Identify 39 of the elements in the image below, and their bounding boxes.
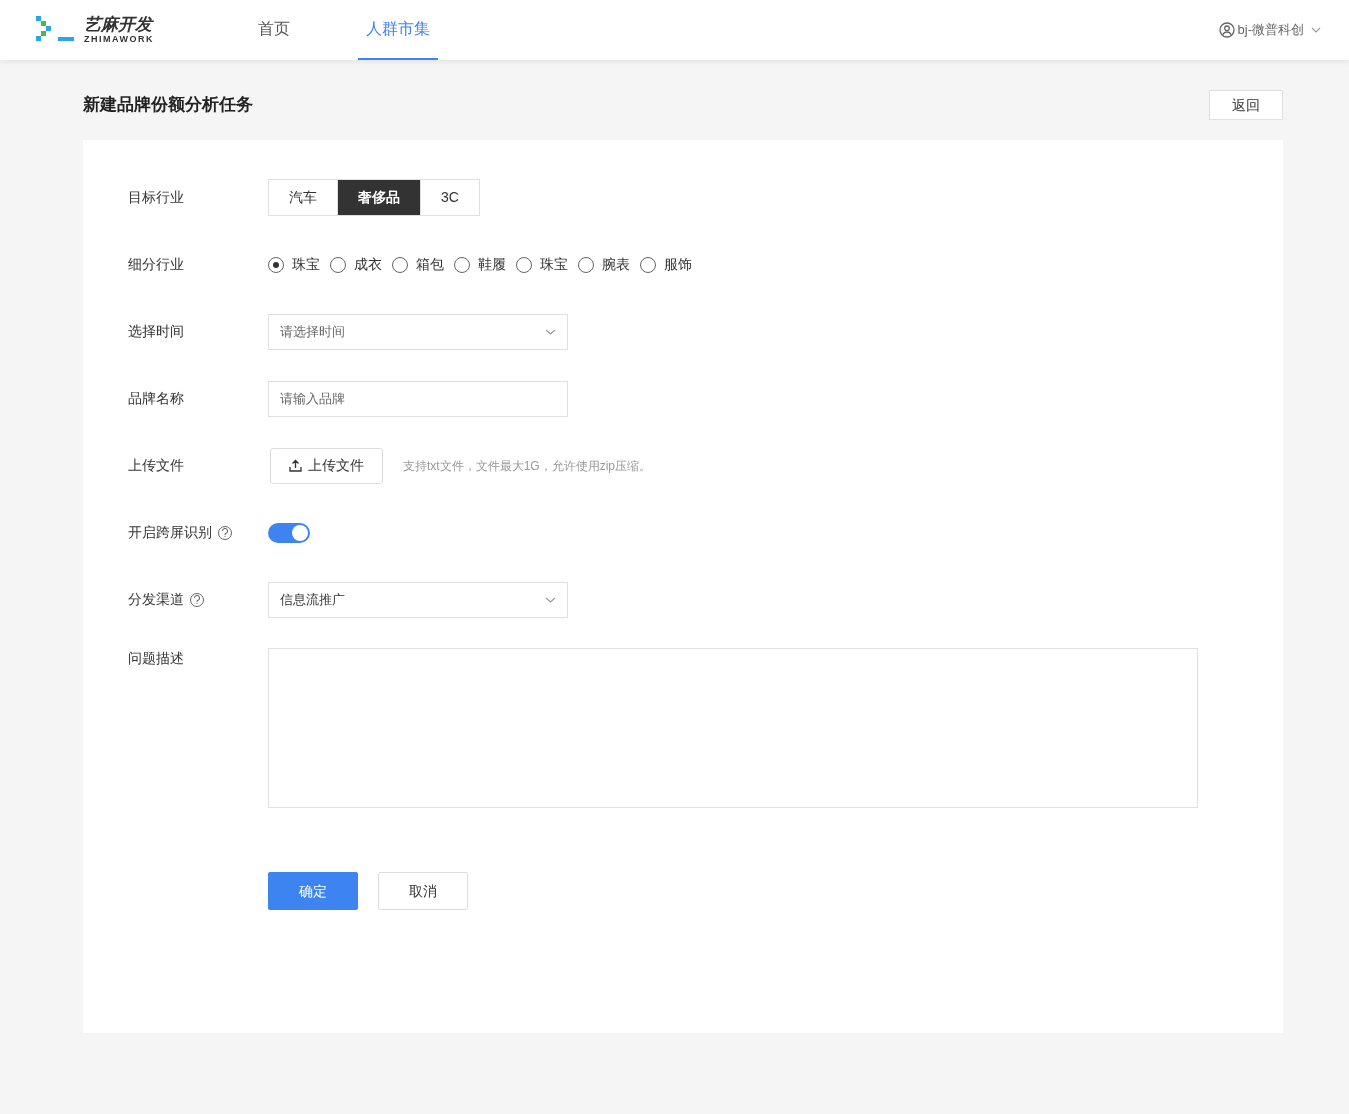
field-label: 上传文件 bbox=[128, 456, 184, 475]
upload-button[interactable]: 上传文件 bbox=[270, 447, 383, 484]
user-icon bbox=[1218, 22, 1235, 38]
field-label: 问题描述 bbox=[128, 649, 184, 668]
back-button[interactable]: 返回 bbox=[1209, 90, 1283, 120]
upload-icon bbox=[289, 459, 302, 472]
nav-tab[interactable]: 首页 bbox=[250, 0, 298, 60]
logo-title: 艺麻开发 bbox=[84, 16, 154, 33]
select-field[interactable]: 信息流推广 bbox=[268, 581, 568, 618]
upload-hint: 支持txt文件，文件最大1G，允许使用zip压缩。 bbox=[403, 457, 651, 475]
radio-label: 腕表 bbox=[602, 255, 630, 274]
field-label: 选择时间 bbox=[128, 322, 184, 341]
segment-tab[interactable]: 奢侈品 bbox=[337, 179, 421, 216]
radio-label: 鞋履 bbox=[478, 255, 506, 274]
field-label: 分发渠道 bbox=[128, 590, 184, 609]
confirm-button[interactable]: 确定 bbox=[268, 872, 358, 910]
chevron-down-icon bbox=[545, 596, 556, 603]
user-name[interactable]: bj-微普科创 bbox=[1237, 20, 1304, 40]
radio-label: 珠宝 bbox=[540, 255, 568, 274]
input-field[interactable]: 请输入品牌 bbox=[268, 380, 568, 417]
logo-icon bbox=[36, 16, 76, 44]
segment-tab[interactable]: 汽车 bbox=[268, 179, 338, 216]
nav-tab[interactable]: 人群市集 bbox=[358, 0, 438, 60]
chevron-down-icon[interactable] bbox=[1311, 27, 1321, 33]
radio-label: 服饰 bbox=[664, 255, 692, 274]
field-label: 品牌名称 bbox=[128, 389, 184, 408]
field-label: 开启跨屏识别 bbox=[128, 523, 212, 542]
toggle-switch[interactable] bbox=[268, 522, 310, 543]
radio-label: 珠宝 bbox=[292, 255, 320, 274]
segment-tab[interactable]: 3C bbox=[420, 179, 480, 216]
logo-subtitle: ZHIMAWORK bbox=[84, 35, 154, 44]
radio-label: 成衣 bbox=[354, 255, 382, 274]
page-title: 新建品牌份额分析任务 bbox=[83, 94, 253, 117]
field-label: 细分行业 bbox=[128, 255, 184, 274]
chevron-down-icon bbox=[545, 328, 556, 335]
field-label: 目标行业 bbox=[128, 188, 184, 207]
cancel-button[interactable]: 取消 bbox=[378, 872, 468, 910]
select-field[interactable]: 请选择时间 bbox=[268, 313, 568, 350]
radio-label: 箱包 bbox=[416, 255, 444, 274]
